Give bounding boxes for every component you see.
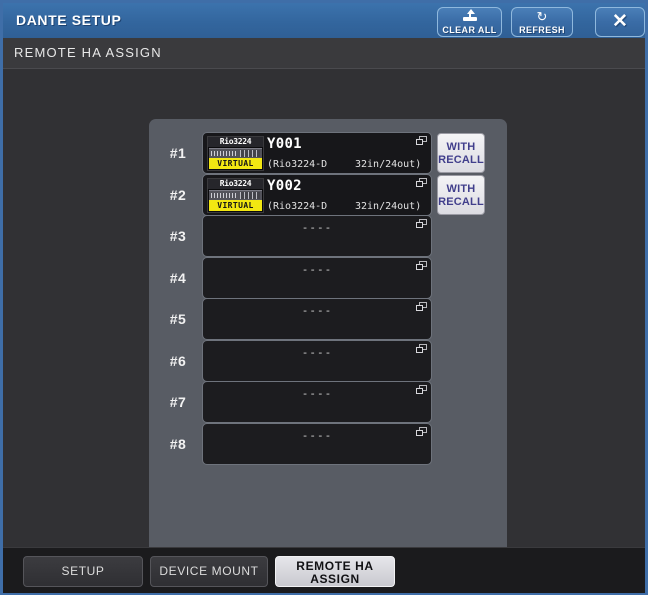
tab-device-mount-label: DEVICE MOUNT: [159, 564, 259, 578]
popup-window-icon: [416, 177, 427, 187]
refresh-label: REFRESH: [519, 25, 565, 35]
subheader-bar: REMOTE HA ASSIGN: [3, 38, 645, 69]
tab-device-mount[interactable]: DEVICE MOUNT: [150, 556, 268, 587]
window-title: DANTE SETUP: [16, 12, 122, 28]
device-select-button[interactable]: ----: [202, 298, 432, 340]
tab-remote-ha-assign-label-line2: ASSIGN: [310, 572, 360, 586]
dante-setup-window: DANTE SETUP CLEAR ALL ↻ REFRESH ✕ REMOTE…: [0, 0, 648, 595]
empty-slot-label: ----: [301, 221, 333, 234]
device-thumbnail-icon: Rio3224 VIRTUAL: [207, 136, 264, 171]
with-recall-label-line2: RECALL: [438, 195, 484, 208]
clear-all-button[interactable]: CLEAR ALL: [437, 7, 502, 37]
close-button[interactable]: ✕: [595, 7, 645, 37]
device-io-count-label: 32in/24out): [355, 159, 422, 170]
ha-row-index: #8: [169, 435, 187, 452]
tab-remote-ha-assign[interactable]: REMOTE HA ASSIGN: [275, 556, 395, 587]
ha-row-index: #5: [169, 311, 187, 327]
with-recall-label-line1: WITH: [446, 182, 476, 195]
tab-setup-label: SETUP: [61, 564, 105, 578]
ha-row-index: #1: [169, 145, 187, 161]
window-titlebar: DANTE SETUP CLEAR ALL ↻ REFRESH ✕: [3, 3, 645, 39]
device-model-label: (Rio3224-D: [267, 159, 328, 170]
ha-row-index: #4: [169, 269, 187, 286]
ha-row: #3 ----: [149, 215, 507, 257]
device-model-label: (Rio3224-D: [267, 200, 328, 212]
with-recall-label-line2: RECALL: [438, 154, 484, 166]
device-select-button[interactable]: ----: [202, 256, 432, 299]
clear-all-label: CLEAR ALL: [442, 25, 497, 35]
device-thumbnail-model-label: Rio3224: [208, 178, 263, 189]
popup-window-icon: [416, 136, 427, 145]
virtual-badge: VIRTUAL: [209, 199, 262, 211]
device-name-label: Y002: [267, 177, 302, 194]
device-select-button[interactable]: Rio3224 VIRTUAL Y002 (Rio3224-D 32in/24out): [202, 173, 432, 216]
device-select-button[interactable]: Rio3224 VIRTUAL Y001 (Rio3224-D 32in/24out): [202, 132, 432, 174]
virtual-badge: VIRTUAL: [209, 158, 262, 169]
device-select-button[interactable]: ----: [202, 339, 432, 382]
remote-ha-assign-panel: #1 Rio3224 VIRTUAL Y001 (Rio3224-D 32in/24out…: [149, 119, 507, 556]
ha-row: #5 ----: [149, 298, 507, 340]
ha-row-index: #7: [169, 394, 187, 410]
tab-remote-ha-assign-label-line1: REMOTE HA: [296, 559, 374, 573]
footer-tab-bar: SETUP DEVICE MOUNT REMOTE HA ASSIGN: [3, 547, 645, 593]
ha-row-index: #6: [169, 352, 187, 369]
with-recall-label-line1: WITH: [446, 141, 476, 153]
device-io-count-label: 32in/24out): [355, 200, 422, 212]
empty-slot-label: ----: [301, 387, 333, 400]
ha-row: #4 ----: [149, 256, 507, 299]
ha-row-index: #2: [169, 186, 187, 203]
ha-row: #1 Rio3224 VIRTUAL Y001 (Rio3224-D 32in/24out…: [149, 132, 507, 174]
empty-slot-label: ----: [301, 262, 333, 276]
empty-slot-label: ----: [301, 304, 333, 317]
with-recall-button[interactable]: WITH RECALL: [437, 174, 485, 215]
ha-row: #8 ----: [149, 422, 507, 465]
with-recall-button[interactable]: WITH RECALL: [437, 133, 485, 173]
refresh-icon: ↻: [536, 9, 548, 24]
device-thumbnail-model-label: Rio3224: [208, 137, 263, 147]
tab-setup[interactable]: SETUP: [23, 556, 143, 587]
device-select-button[interactable]: ----: [202, 381, 432, 423]
device-name-label: Y001: [267, 136, 302, 152]
upload-icon: [438, 9, 501, 24]
empty-slot-label: ----: [301, 428, 333, 442]
ha-row-index: #3: [169, 228, 187, 244]
ha-row: #2 Rio3224 VIRTUAL Y002 (Rio3224-D 32in/24out…: [149, 173, 507, 216]
device-thumbnail-icon: Rio3224 VIRTUAL: [207, 177, 264, 213]
device-select-button[interactable]: ----: [202, 215, 432, 257]
device-select-button[interactable]: ----: [202, 422, 432, 465]
page-title: REMOTE HA ASSIGN: [14, 45, 162, 60]
body-area: #1 Rio3224 VIRTUAL Y001 (Rio3224-D 32in/24out…: [3, 69, 645, 556]
close-icon: ✕: [612, 11, 628, 32]
ha-row: #6 ----: [149, 339, 507, 382]
ha-row: #7 ----: [149, 381, 507, 423]
refresh-button[interactable]: ↻ REFRESH: [511, 7, 573, 37]
empty-slot-label: ----: [301, 345, 333, 359]
